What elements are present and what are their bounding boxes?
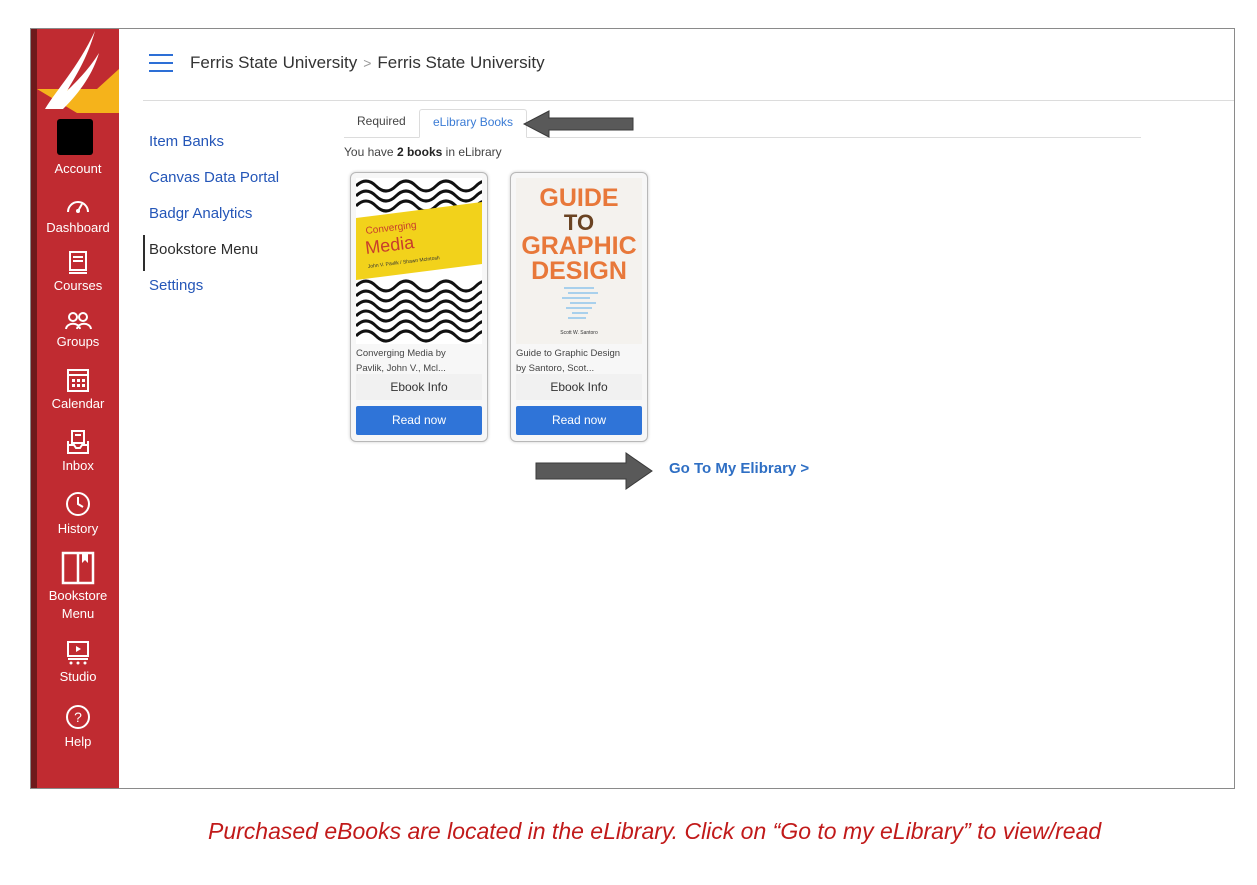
go-to-my-elibrary-link[interactable]: Go To My Elibrary > [669, 460, 809, 477]
breadcrumb-item-1[interactable]: Ferris State University [190, 53, 357, 72]
nav-history[interactable]: History [37, 490, 119, 538]
course-nav-bookstore-menu[interactable]: Bookstore Menu [143, 235, 303, 271]
breadcrumb: Ferris State University > Ferris State Uni… [190, 53, 545, 73]
nav-bookstore-label-2: Menu [61, 606, 95, 621]
read-now-button[interactable]: Read now [516, 406, 642, 435]
breadcrumb-separator: > [363, 55, 372, 71]
app-window: Account Dashboard Courses Groups Calenda… [30, 28, 1235, 789]
nav-calendar-label: Calendar [51, 396, 105, 411]
cover-word-guide: GUIDE [539, 184, 618, 212]
help-icon: ? [66, 705, 90, 729]
history-icon [66, 492, 90, 516]
course-nav-badgr-analytics[interactable]: Badgr Analytics [143, 199, 303, 235]
svg-text:?: ? [74, 709, 82, 725]
book-tabs: Required eLibrary Books [344, 109, 1141, 138]
book-cover-converging-media[interactable]: Converging Media John V. Pavlik / Shawn … [356, 178, 482, 344]
studio-icon [67, 641, 89, 665]
calendar-icon [67, 369, 89, 392]
dashboard-icon [67, 201, 89, 213]
book-card: Converging Media John V. Pavlik / Shawn … [350, 172, 488, 442]
nav-history-label: History [57, 521, 99, 536]
nav-groups-label: Groups [56, 334, 100, 349]
cover-authors-2: Scott W. Santoro [560, 330, 598, 336]
nav-inbox[interactable]: Inbox [37, 429, 119, 475]
cover-word-design: DESIGN [531, 257, 627, 285]
tab-elibrary-books[interactable]: eLibrary Books [419, 109, 528, 138]
nav-courses[interactable]: Courses [37, 251, 119, 295]
course-nav-canvas-data-portal[interactable]: Canvas Data Portal [143, 163, 303, 199]
global-nav: Account Dashboard Courses Groups Calenda… [31, 29, 119, 788]
annotation-arrow-right-icon [535, 452, 653, 490]
nav-help[interactable]: ? Help [37, 703, 119, 751]
nav-account[interactable]: Account [37, 160, 119, 178]
groups-icon [65, 312, 92, 330]
ebook-info-button[interactable]: Ebook Info [516, 374, 642, 400]
book-title: Converging Media by Pavlik, John V., Mcl… [356, 346, 484, 376]
book-count-suffix: in eLibrary [442, 145, 502, 159]
read-now-button[interactable]: Read now [356, 406, 482, 435]
nav-studio-label: Studio [59, 669, 97, 684]
nav-studio[interactable]: Studio [37, 640, 119, 686]
nav-calendar[interactable]: Calendar [37, 367, 119, 413]
nav-courses-label: Courses [53, 278, 103, 293]
account-avatar[interactable] [57, 119, 93, 155]
book-card: GUIDE TO GRAPHIC DESIGN Scott W. Santoro… [510, 172, 648, 442]
bookstore-icon [61, 551, 95, 585]
courses-icon [69, 251, 87, 274]
course-nav: Item Banks Canvas Data Portal Badgr Anal… [143, 127, 303, 307]
book-title-line-1: Converging Media by [356, 348, 446, 359]
ferris-logo[interactable] [37, 29, 119, 113]
instruction-caption: Purchased eBooks are located in the eLib… [208, 818, 1102, 844]
tab-required[interactable]: Required [344, 109, 419, 136]
course-nav-settings[interactable]: Settings [143, 271, 303, 307]
book-count-text: You have 2 books in eLibrary [344, 145, 502, 159]
ebook-info-button[interactable]: Ebook Info [356, 374, 482, 400]
book-cover-guide-to-graphic-design[interactable]: GUIDE TO GRAPHIC DESIGN Scott W. Santoro [516, 178, 642, 344]
book-title-line-1: Guide to Graphic Design [516, 348, 621, 359]
breadcrumb-item-2[interactable]: Ferris State University [377, 53, 544, 72]
book-count-value: 2 books [396, 145, 443, 159]
nav-dashboard-label: Dashboard [46, 220, 110, 235]
annotation-arrow-left-icon [522, 110, 634, 138]
page-header: Ferris State University > Ferris State Uni… [143, 29, 1234, 101]
nav-groups[interactable]: Groups [37, 311, 119, 351]
nav-inbox-label: Inbox [62, 458, 94, 473]
book-title: Guide to Graphic Design by Santoro, Scot… [516, 346, 644, 376]
nav-help-label: Help [64, 734, 92, 749]
nav-dashboard[interactable]: Dashboard [37, 195, 119, 237]
nav-bookstore-label: Bookstore [48, 588, 108, 603]
inbox-icon [67, 430, 89, 454]
book-count-prefix: You have [344, 145, 397, 159]
nav-bookstore-menu[interactable]: Bookstore Menu [37, 551, 119, 623]
hamburger-menu-icon[interactable] [149, 54, 173, 74]
nav-account-label: Account [54, 161, 102, 176]
course-nav-item-banks[interactable]: Item Banks [143, 127, 303, 163]
cover-word-graphic: GRAPHIC [521, 232, 636, 260]
